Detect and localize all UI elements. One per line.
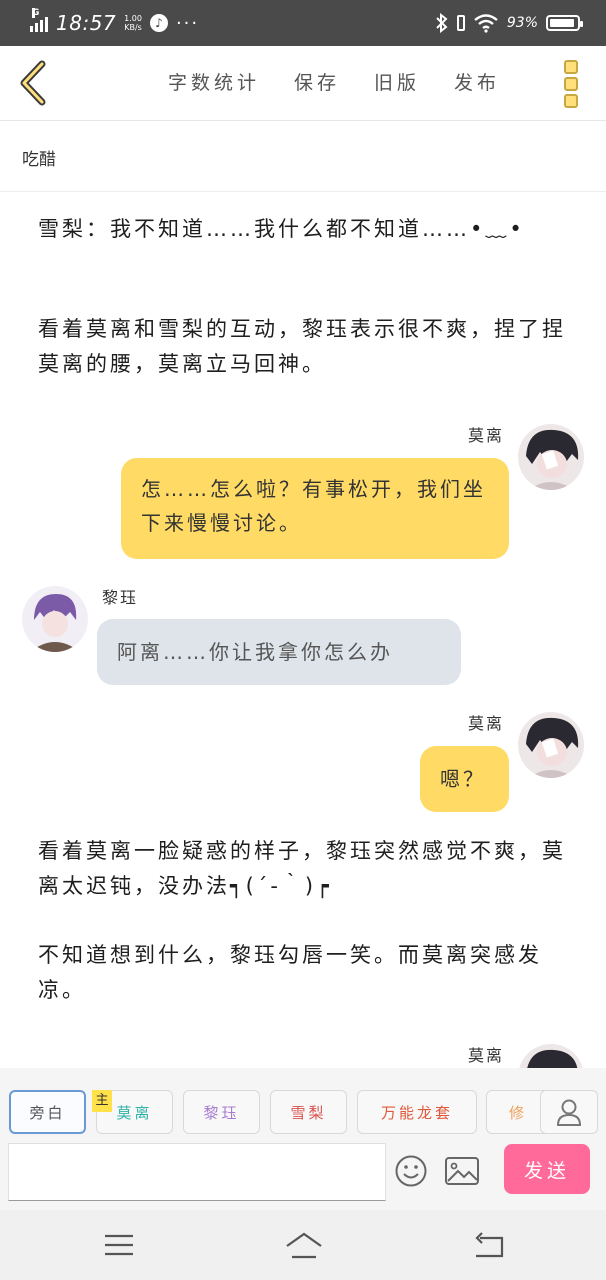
avatar-moli [518,712,584,778]
insert-image-button[interactable] [444,1156,480,1186]
speaker-name: 黎珏 [102,588,139,607]
vibrate-icon [456,15,465,31]
narration-paragraph: 雪梨：我不知道……我什么都不知道……•﹏• [38,217,525,241]
avatar-moli [518,424,584,490]
editor-toolbar: 字数统计 保存 旧版 发布 [0,46,606,121]
menu-nav-button[interactable] [102,1230,136,1260]
music-icon: ♪ [149,14,168,32]
image-icon [445,1157,479,1185]
home-icon [286,1232,322,1259]
chat-bubble: 嗯？ [420,746,509,812]
battery-percent: 93% [506,15,538,31]
old-version-button[interactable]: 旧版 [374,68,420,95]
save-button[interactable]: 保存 [294,68,340,95]
chapter-title: 吃醋 [22,150,56,170]
character-manager-button[interactable] [540,1090,598,1134]
back-nav-button[interactable] [472,1230,506,1260]
chat-bubble: 阿离……你让我拿你怎么办 [97,619,461,685]
composer-panel: 旁白 莫离 黎珏 雪梨 万能龙套 修 主 发送 [0,1068,606,1210]
chevron-left-icon [20,60,46,106]
narration-paragraph: 不知道想到什么，黎珏勾唇一笑。而莫离突感发凉。 [38,943,542,1002]
emoji-button[interactable] [394,1154,428,1188]
word-count-button[interactable]: 字数统计 [168,68,260,95]
narration-paragraph: 看着莫离和雪梨的互动，黎珏表示很不爽，捏了捏莫离的腰，莫离立马回神。 [38,317,566,376]
narration-paragraph: 看着莫离一脸疑惑的样子，黎珏突然感觉不爽，莫离太迟钝，没办法┑(´-｀)┍ [38,839,566,898]
role-lijue-button[interactable]: 黎珏 [183,1090,260,1134]
wifi-icon [474,14,498,33]
publish-button[interactable]: 发布 [454,68,500,95]
battery-icon [546,15,583,31]
send-button[interactable]: 发送 [504,1144,590,1194]
role-narration-button[interactable]: 旁白 [9,1090,86,1134]
message-input[interactable] [8,1143,386,1201]
user-icon [556,1099,582,1126]
signal-icon: G [30,8,48,32]
chapter-title-row[interactable]: 吃醋 [0,121,606,192]
menu-icon [105,1234,133,1256]
smiley-icon [395,1155,427,1187]
network-speed: 1.00 KB/s [124,14,142,32]
network-type: G [32,8,40,18]
back-arrow-icon [475,1232,504,1258]
more-icon [564,60,578,74]
speaker-name: 莫离 [468,426,505,445]
speaker-name: 莫离 [468,714,505,733]
back-button[interactable] [14,60,54,106]
role-wanneng-button[interactable]: 万能龙套 [357,1090,477,1134]
avatar-lijue [22,586,88,652]
role-xueli-button[interactable]: 雪梨 [270,1090,347,1134]
more-notifications-icon: ··· [175,12,200,34]
status-bar: G 18:57 1.00 KB/s ♪ ··· 93% [0,0,606,46]
home-nav-button[interactable] [284,1230,324,1260]
speaker-name: 莫离 [468,1046,505,1065]
more-menu-button[interactable] [564,60,580,108]
system-nav-bar [0,1210,606,1280]
chat-bubble: 怎……怎么啦？有事松开，我们坐下来慢慢讨论。 [121,458,509,559]
bluetooth-icon [436,13,448,33]
status-time: 18:57 [56,11,117,35]
main-character-badge: 主 [92,1090,112,1112]
